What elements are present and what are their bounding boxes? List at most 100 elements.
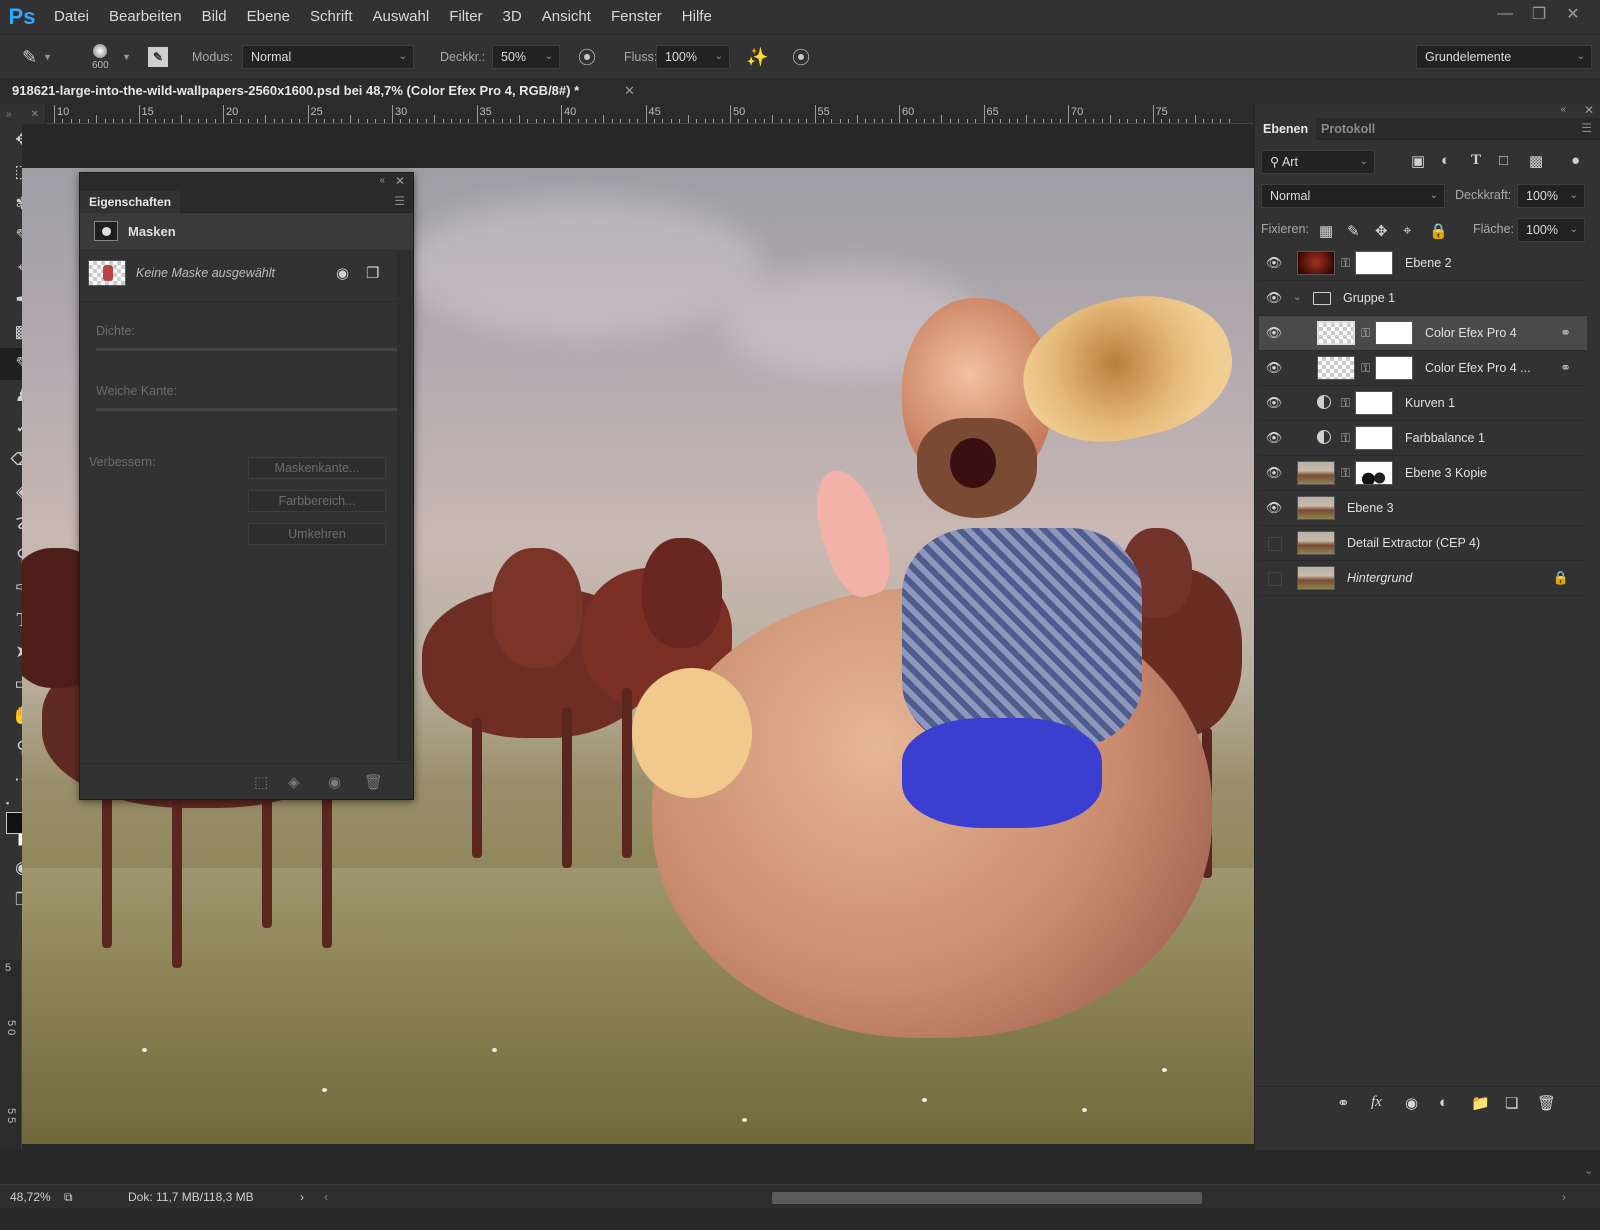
filter-adjustment-icon[interactable]: ◐ bbox=[1441, 152, 1450, 169]
lock-position-icon[interactable]: ✥ bbox=[1375, 222, 1388, 240]
menu-filter[interactable]: Filter bbox=[439, 0, 492, 34]
layer-row-ebene-3-kopie[interactable]: 👁 ⚿ Ebene 3 Kopie bbox=[1259, 456, 1587, 491]
brush-size-picker[interactable]: 600 bbox=[92, 35, 109, 79]
lock-transparent-icon[interactable]: ▦ bbox=[1319, 222, 1333, 240]
deckkraft-field[interactable]: 100% ⌄ bbox=[1517, 184, 1585, 208]
fx-icon[interactable]: fx bbox=[1371, 1094, 1382, 1111]
mask-thumbnail[interactable] bbox=[1355, 461, 1393, 485]
trash-icon[interactable]: 🗑 bbox=[1537, 1094, 1556, 1112]
brush-panel-toggle[interactable]: ✎ bbox=[148, 35, 168, 79]
zoom-level[interactable]: 48,72% bbox=[10, 1185, 51, 1209]
minimize-icon[interactable]: — bbox=[1488, 0, 1522, 28]
lock-artboard-icon[interactable]: ⌖ bbox=[1403, 222, 1411, 239]
visibility-toggle-off[interactable]: 👁 bbox=[1264, 526, 1284, 560]
link-chain-icon[interactable]: ⚿ bbox=[1361, 351, 1370, 385]
scroll-down-icon[interactable]: ⌄ bbox=[1584, 1164, 1593, 1177]
collapse-icon[interactable]: « bbox=[379, 175, 385, 186]
chevron-down-icon[interactable]: ▼ bbox=[122, 35, 131, 79]
restore-icon[interactable]: ❐ bbox=[1522, 0, 1556, 28]
visibility-eye-icon[interactable]: 👁 bbox=[1264, 386, 1284, 420]
add-mask-icon[interactable]: ◉ bbox=[1405, 1094, 1418, 1112]
chevron-down-icon[interactable]: ⌄ bbox=[1293, 281, 1301, 315]
visibility-eye-icon[interactable]: 👁 bbox=[1264, 281, 1284, 315]
visibility-icon[interactable]: ◉ bbox=[328, 773, 341, 791]
tab-eigenschaften[interactable]: Eigenschaften bbox=[80, 191, 181, 213]
layer-row-gruppe-1[interactable]: 👁 ⌄ Gruppe 1 bbox=[1259, 281, 1587, 316]
lock-image-icon[interactable]: ✎ bbox=[1347, 222, 1360, 240]
panel-menu-icon[interactable]: ☰ bbox=[394, 194, 405, 208]
visibility-eye-icon[interactable]: 👁 bbox=[1264, 351, 1284, 385]
menu-schrift[interactable]: Schrift bbox=[300, 0, 363, 34]
menu-hilfe[interactable]: Hilfe bbox=[672, 0, 722, 34]
dichte-slider[interactable] bbox=[96, 348, 397, 351]
mask-thumbnail[interactable] bbox=[1355, 391, 1393, 415]
weiche-kante-slider[interactable] bbox=[96, 408, 397, 411]
visibility-eye-icon[interactable]: 👁 bbox=[1264, 316, 1284, 350]
layer-row-ebene-3[interactable]: 👁 Ebene 3 bbox=[1259, 491, 1587, 526]
scrollbar[interactable] bbox=[397, 251, 411, 761]
default-colors-icon[interactable]: ▪ bbox=[6, 798, 9, 808]
menu-bild[interactable]: Bild bbox=[192, 0, 237, 34]
tab-protokoll[interactable]: Protokoll bbox=[1313, 118, 1383, 140]
new-group-icon[interactable]: 📁 bbox=[1471, 1094, 1490, 1112]
mask-thumbnail[interactable] bbox=[1375, 356, 1413, 380]
link-chain-icon[interactable]: ⚿ bbox=[1341, 386, 1350, 420]
mask-thumbnail[interactable] bbox=[1355, 251, 1393, 275]
menu-bearbeiten[interactable]: Bearbeiten bbox=[99, 0, 192, 34]
menu-ansicht[interactable]: Ansicht bbox=[532, 0, 601, 34]
expand-icon[interactable]: » bbox=[6, 109, 12, 120]
add-pixel-mask-icon[interactable]: ◉ bbox=[336, 264, 349, 282]
layer-row-detail-extractor[interactable]: 👁 Detail Extractor (CEP 4) bbox=[1259, 526, 1587, 561]
visibility-eye-icon[interactable]: 👁 bbox=[1264, 421, 1284, 455]
workspace-select[interactable]: Grundelemente ⌄ bbox=[1416, 45, 1592, 69]
layer-filter-select[interactable]: ⚲ Art ⌄ bbox=[1261, 150, 1375, 174]
visibility-eye-icon[interactable]: 👁 bbox=[1264, 246, 1284, 280]
pressure-opacity-icon[interactable]: ⦿ bbox=[578, 35, 596, 79]
layer-row-color-efex-pro-4-copy[interactable]: 👁 ⚿ Color Efex Pro 4 ... ⚭ bbox=[1259, 351, 1587, 386]
new-adjustment-layer-icon[interactable]: ◐ bbox=[1439, 1094, 1448, 1111]
trash-icon[interactable]: 🗑 bbox=[364, 773, 383, 791]
close-icon[interactable]: ✕ bbox=[1584, 103, 1594, 117]
link-chain-icon[interactable]: ⚿ bbox=[1341, 456, 1350, 490]
blend-mode-select[interactable]: Normal ⌄ bbox=[1261, 184, 1445, 208]
panel-menu-icon[interactable]: ☰ bbox=[1581, 121, 1592, 135]
filter-toggle-icon[interactable]: ● bbox=[1571, 152, 1580, 169]
link-chain-icon[interactable]: ⚿ bbox=[1341, 246, 1350, 280]
mask-thumbnail[interactable] bbox=[1355, 426, 1393, 450]
filter-shape-icon[interactable]: □ bbox=[1499, 152, 1508, 169]
farbbereich-button[interactable]: Farbbereich... bbox=[248, 490, 386, 512]
flaeche-field[interactable]: 100% ⌄ bbox=[1517, 218, 1585, 242]
filter-pixel-icon[interactable]: ▣ bbox=[1411, 152, 1425, 170]
close-window-icon[interactable]: ✕ bbox=[1556, 0, 1590, 28]
layer-row-ebene-2[interactable]: 👁 ⚿ Ebene 2 bbox=[1259, 246, 1587, 281]
document-tab[interactable]: 918621-large-into-the-wild-wallpapers-25… bbox=[12, 78, 579, 104]
horizontal-scrollbar-thumb[interactable] bbox=[772, 1192, 1202, 1204]
visibility-eye-icon[interactable]: 👁 bbox=[1264, 456, 1284, 490]
close-tab-icon[interactable]: ✕ bbox=[624, 78, 635, 104]
menu-fenster[interactable]: Fenster bbox=[601, 0, 672, 34]
load-selection-icon[interactable]: ⬚ bbox=[254, 773, 268, 791]
maskenkante-button[interactable]: Maskenkante... bbox=[248, 457, 386, 479]
link-chain-icon[interactable]: ⚿ bbox=[1341, 421, 1350, 455]
add-vector-mask-icon[interactable]: ❐ bbox=[366, 264, 379, 282]
fluss-field[interactable]: 100% ⌄ bbox=[656, 45, 730, 69]
layer-row-kurven-1[interactable]: 👁 ⚿ Kurven 1 bbox=[1259, 386, 1587, 421]
close-icon[interactable]: ✕ bbox=[395, 174, 405, 188]
menu-ebene[interactable]: Ebene bbox=[237, 0, 300, 34]
new-layer-icon[interactable]: ❏ bbox=[1505, 1094, 1518, 1112]
menu-auswahl[interactable]: Auswahl bbox=[363, 0, 440, 34]
scroll-left-icon[interactable]: ‹ bbox=[324, 1185, 328, 1209]
lock-all-icon[interactable]: 🔒 bbox=[1429, 222, 1448, 240]
pressure-size-icon[interactable]: ⦿ bbox=[792, 35, 810, 79]
visibility-toggle-off[interactable]: 👁 bbox=[1264, 561, 1284, 595]
menu-datei[interactable]: Datei bbox=[44, 0, 99, 34]
airbrush-icon[interactable]: ✨ bbox=[746, 35, 768, 79]
collapse-icon[interactable]: « bbox=[1560, 104, 1566, 115]
layer-row-farbbalance-1[interactable]: 👁 ⚿ Farbbalance 1 bbox=[1259, 421, 1587, 456]
export-icon[interactable]: ⧉ bbox=[64, 1185, 73, 1209]
deckkraft-field[interactable]: 50% ⌄ bbox=[492, 45, 560, 69]
link-chain-icon[interactable]: ⚿ bbox=[1361, 316, 1370, 350]
filter-smartobject-icon[interactable]: ▩ bbox=[1529, 152, 1543, 170]
umkehren-button[interactable]: Umkehren bbox=[248, 523, 386, 545]
layer-row-color-efex-pro-4[interactable]: 👁 ⚿ Color Efex Pro 4 ⚭ bbox=[1259, 316, 1587, 351]
